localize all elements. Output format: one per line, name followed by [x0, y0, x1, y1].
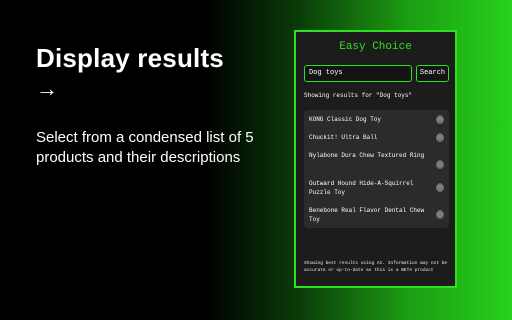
list-item[interactable]: Nylabone Dura Chew Textured Ring ⓘ: [309, 151, 444, 169]
info-icon[interactable]: ⓘ: [436, 211, 444, 219]
info-icon[interactable]: ⓘ: [436, 161, 444, 169]
search-button[interactable]: Search: [416, 65, 449, 82]
info-icon[interactable]: ⓘ: [436, 116, 444, 124]
result-name: Outward Hound Hide-A-Squirrel Puzzle Toy: [309, 180, 414, 196]
search-input[interactable]: Dog toys: [304, 65, 412, 82]
list-item[interactable]: Chuckit! Ultra Ball ⓘ: [309, 133, 444, 142]
app-title: Easy Choice: [339, 41, 412, 53]
list-item[interactable]: KONG Classic Dog Toy ⓘ: [309, 115, 444, 124]
list-item[interactable]: Outward Hound Hide-A-Squirrel Puzzle Toy…: [309, 179, 444, 197]
promo-description: Select from a condensed list of 5 produc…: [36, 129, 254, 166]
results-heading: Showing results for "Dog toys": [304, 92, 413, 99]
extension-popup: Easy Choice Dog toys Search Showing resu…: [294, 30, 457, 288]
disclaimer-text: Showing best results using AI. Informati…: [304, 261, 448, 273]
result-name: KONG Classic Dog Toy: [309, 116, 382, 123]
result-name: Chuckit! Ultra Ball: [309, 134, 378, 141]
info-icon[interactable]: ⓘ: [436, 134, 444, 142]
result-name: Benebone Real Flavor Dental Chew Toy: [309, 207, 425, 223]
result-name: Nylabone Dura Chew Textured Ring: [309, 152, 425, 159]
info-icon[interactable]: ⓘ: [436, 184, 444, 192]
promo-panel: Display results → Select from a condense…: [36, 42, 276, 168]
promo-title: Display results: [36, 43, 224, 73]
results-list: KONG Classic Dog Toy ⓘ Chuckit! Ultra Ba…: [304, 110, 449, 228]
arrow-right-icon: →: [36, 76, 58, 101]
list-item[interactable]: Benebone Real Flavor Dental Chew Toy ⓘ: [309, 206, 444, 224]
